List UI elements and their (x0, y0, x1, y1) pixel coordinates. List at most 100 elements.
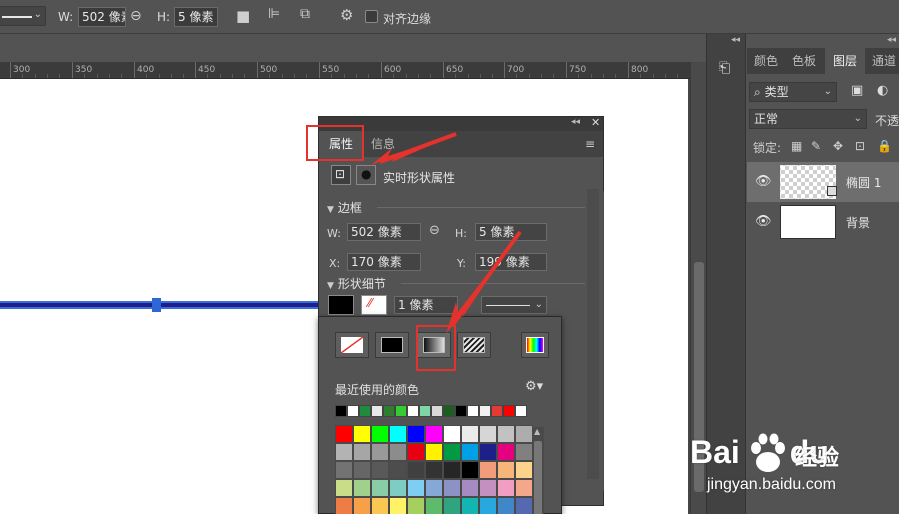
align-edges-checkbox[interactable] (365, 10, 378, 23)
color-swatch[interactable] (497, 425, 515, 443)
solid-color-button[interactable] (375, 332, 409, 358)
pattern-button[interactable] (457, 332, 491, 358)
tab-color[interactable]: 颜色 (747, 48, 785, 74)
color-swatch[interactable] (461, 461, 479, 479)
color-picker-button[interactable] (521, 332, 549, 358)
shape-details-section-header[interactable]: ▼ 形状细节 (327, 275, 386, 292)
recent-color-swatch[interactable] (419, 405, 431, 417)
color-swatch[interactable] (353, 425, 371, 443)
y-input[interactable]: 199 像素 (475, 253, 547, 271)
mask-icon[interactable]: ● (356, 165, 376, 185)
layer-row-ellipse[interactable]: 👁 椭圆 1 (747, 162, 899, 202)
gear-icon[interactable]: ⚙▾ (525, 379, 543, 394)
layer-row-background[interactable]: 👁 背景 (747, 202, 899, 242)
recent-color-swatch[interactable] (491, 405, 503, 417)
color-swatch[interactable] (425, 461, 443, 479)
color-swatch[interactable] (461, 443, 479, 461)
color-swatch[interactable] (515, 461, 533, 479)
bounds-section-header[interactable]: ▼ 边框 (327, 199, 362, 216)
color-swatch[interactable] (353, 443, 371, 461)
adjustment-filter-icon[interactable]: ◐ (877, 83, 888, 98)
color-swatch[interactable] (443, 479, 461, 497)
color-swatch[interactable] (407, 443, 425, 461)
color-swatch[interactable] (335, 425, 353, 443)
color-swatch[interactable] (371, 497, 389, 514)
color-swatch[interactable] (443, 497, 461, 514)
recent-color-swatch[interactable] (431, 405, 443, 417)
recent-color-swatch[interactable] (347, 405, 359, 417)
recent-color-swatch[interactable] (335, 405, 347, 417)
collapse-arrows-icon[interactable]: ◂◂ (571, 117, 580, 127)
color-swatch[interactable] (479, 461, 497, 479)
color-swatch[interactable] (389, 461, 407, 479)
color-swatch[interactable] (479, 479, 497, 497)
color-swatch[interactable] (353, 479, 371, 497)
color-swatch[interactable] (335, 497, 353, 514)
recent-color-swatch[interactable] (359, 405, 371, 417)
recent-color-swatch[interactable] (443, 405, 455, 417)
layer-filter-dropdown[interactable]: ⌕ 类型 ⌄ (749, 82, 837, 102)
color-swatch[interactable] (407, 461, 425, 479)
recent-color-swatch[interactable] (407, 405, 419, 417)
color-swatch[interactable] (443, 443, 461, 461)
tab-swatches[interactable]: 色板 (785, 48, 823, 74)
color-swatch[interactable] (515, 443, 533, 461)
color-swatch[interactable] (515, 479, 533, 497)
stroke-width-input[interactable]: 1 像素 (394, 296, 458, 314)
color-swatch[interactable] (335, 443, 353, 461)
recent-color-swatch[interactable] (479, 405, 491, 417)
recent-color-swatch[interactable] (371, 405, 383, 417)
path-operations-icon[interactable]: ■ (236, 7, 250, 25)
no-color-button[interactable] (335, 332, 369, 358)
color-swatch[interactable] (353, 497, 371, 514)
image-filter-icon[interactable]: ▣ (851, 83, 863, 98)
link-icon[interactable]: ⊖ (429, 223, 440, 238)
swatch-scrollbar[interactable]: ▲ (532, 427, 544, 514)
x-input[interactable]: 170 像素 (347, 253, 421, 271)
panel-menu-icon[interactable]: ≡ (585, 137, 595, 151)
color-swatch[interactable] (425, 497, 443, 514)
recent-color-swatch[interactable] (383, 405, 395, 417)
color-swatch[interactable] (389, 479, 407, 497)
color-swatch[interactable] (425, 443, 443, 461)
chevron-up-icon[interactable]: ▲ (534, 427, 540, 436)
lock-all-icon[interactable]: 🔒 (877, 139, 892, 153)
color-swatch[interactable] (353, 461, 371, 479)
color-swatch[interactable] (371, 425, 389, 443)
path-alignment-icon[interactable]: ⊫ (268, 6, 280, 22)
recent-color-swatch[interactable] (395, 405, 407, 417)
path-arrangement-icon[interactable]: ⧉ (300, 6, 310, 22)
color-swatch[interactable] (335, 479, 353, 497)
tab-layers[interactable]: 图层 (825, 48, 865, 74)
color-swatch[interactable] (425, 479, 443, 497)
eye-icon[interactable]: 👁 (755, 214, 772, 229)
eye-icon[interactable]: 👁 (755, 174, 772, 189)
recent-color-swatch[interactable] (467, 405, 479, 417)
height-input[interactable]: 5 像素 (174, 7, 218, 27)
color-swatch[interactable] (425, 425, 443, 443)
stroke-style-dropdown[interactable]: ⌄ (481, 296, 547, 314)
color-swatch[interactable] (407, 479, 425, 497)
close-icon[interactable]: ✕ (591, 116, 600, 129)
color-swatch[interactable] (407, 425, 425, 443)
recent-color-swatch[interactable] (455, 405, 467, 417)
lock-position-move-icon[interactable]: ✥ (833, 139, 843, 153)
fill-color-button[interactable] (328, 295, 354, 315)
color-swatch[interactable] (389, 443, 407, 461)
color-swatch[interactable] (479, 497, 497, 514)
lock-artboard-icon[interactable]: ⊡ (855, 139, 865, 153)
color-swatch[interactable] (479, 443, 497, 461)
color-swatch[interactable] (479, 425, 497, 443)
blend-mode-dropdown[interactable]: 正常 ⌄ (749, 109, 867, 129)
width-input[interactable]: 502 像素 (78, 7, 126, 27)
gear-icon[interactable]: ⚙ (340, 6, 353, 24)
color-swatch[interactable] (407, 497, 425, 514)
tab-channels[interactable]: 通道 (867, 48, 899, 74)
color-swatch[interactable] (515, 497, 533, 514)
tab-info[interactable]: 信息 (363, 131, 403, 157)
color-swatch[interactable] (389, 497, 407, 514)
lock-transparent-icon[interactable]: ▦ (791, 139, 802, 153)
color-swatch[interactable] (515, 425, 533, 443)
collapse-arrows-icon[interactable]: ◂◂ (731, 35, 740, 45)
color-swatch[interactable] (461, 425, 479, 443)
